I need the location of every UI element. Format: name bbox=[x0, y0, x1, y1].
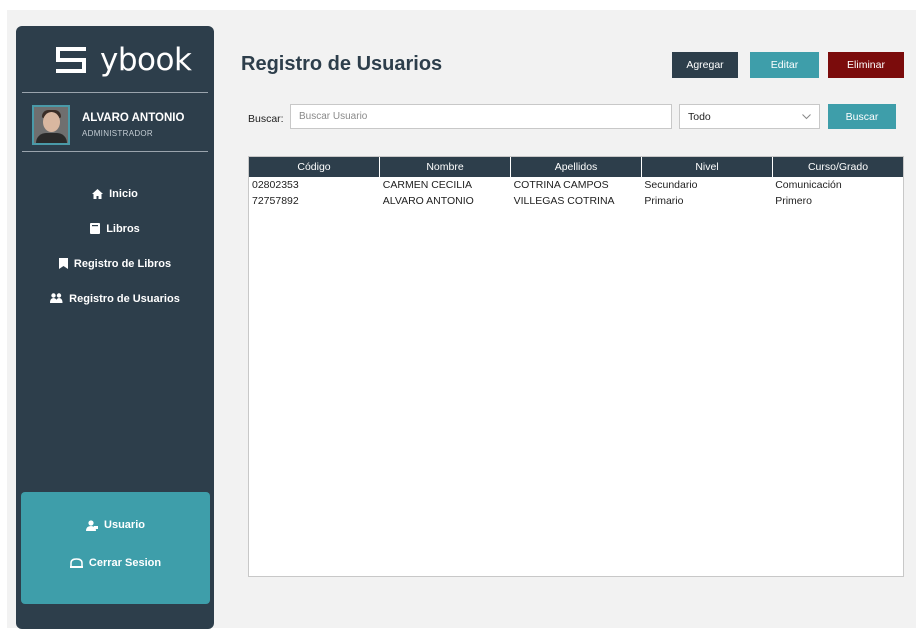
column-header[interactable]: Curso/Grado bbox=[773, 157, 903, 177]
filter-value: Todo bbox=[688, 110, 711, 123]
search-placeholder: Buscar Usuario bbox=[299, 111, 368, 122]
edit-button[interactable]: Editar bbox=[750, 52, 819, 78]
sidebar-item-registro-usuarios[interactable]: Registro de Usuarios bbox=[16, 281, 214, 316]
home-icon bbox=[92, 188, 104, 199]
logo-icon bbox=[56, 47, 86, 73]
column-header[interactable]: Nombre bbox=[380, 157, 511, 177]
column-header[interactable]: Nivel bbox=[642, 157, 773, 177]
delete-button[interactable]: Eliminar bbox=[828, 52, 904, 78]
table-cell: Primario bbox=[644, 195, 684, 207]
avatar bbox=[32, 105, 70, 145]
table-row[interactable]: 72757892 ALVARO ANTONIO VILLEGAS COTRINA… bbox=[249, 193, 903, 209]
sidebar-nav: Inicio Libros Registro de Libros Registr… bbox=[16, 176, 214, 316]
sidebar-item-libros[interactable]: Libros bbox=[16, 211, 214, 246]
divider bbox=[22, 92, 208, 93]
table-cell: Secundario bbox=[644, 179, 698, 191]
sidebar-item-label: Registro de Usuarios bbox=[69, 292, 180, 305]
add-button[interactable]: Agregar bbox=[672, 52, 738, 78]
bookmark-icon bbox=[58, 258, 68, 269]
table-cell: 72757892 bbox=[252, 195, 299, 207]
divider bbox=[22, 151, 208, 152]
sidebar-item-registro-libros[interactable]: Registro de Libros bbox=[16, 246, 214, 281]
table-cell: COTRINA CAMPOS bbox=[513, 179, 609, 191]
sidebar-item-label: Usuario bbox=[104, 519, 145, 531]
user-name: ALVARO ANTONIO bbox=[82, 112, 185, 124]
search-button[interactable]: Buscar bbox=[828, 104, 896, 129]
chevron-down-icon bbox=[802, 113, 811, 119]
sidebar-item-label: Inicio bbox=[109, 187, 138, 200]
table-cell: ALVARO ANTONIO bbox=[382, 195, 474, 207]
sidebar-item-usuario[interactable]: Usuario bbox=[21, 506, 210, 544]
table-cell: Comunicación bbox=[775, 179, 842, 191]
table-header: Código Nombre Apellidos Nivel Curso/Grad… bbox=[249, 157, 903, 177]
user-panel: Usuario Cerrar Sesion bbox=[21, 492, 210, 604]
table-cell: Primero bbox=[775, 195, 812, 207]
search-label: Buscar: bbox=[248, 113, 284, 125]
sidebar-item-label: Cerrar Sesion bbox=[88, 557, 162, 569]
user-role: ADMINISTRADOR bbox=[82, 129, 154, 138]
column-header[interactable]: Código bbox=[249, 157, 380, 177]
user-profile: ALVARO ANTONIO ADMINISTRADOR bbox=[32, 101, 202, 149]
logout-button[interactable]: Cerrar Sesion bbox=[21, 544, 210, 582]
page-title: Registro de Usuarios bbox=[241, 53, 443, 75]
logo: ybook bbox=[56, 42, 192, 78]
sidebar-item-label: Registro de Libros bbox=[73, 257, 172, 270]
column-header[interactable]: Apellidos bbox=[511, 157, 642, 177]
sidebar-item-label: Libros bbox=[106, 222, 140, 235]
table-cell: 02802353 bbox=[252, 179, 299, 191]
logout-icon bbox=[69, 558, 83, 568]
filter-select[interactable]: Todo bbox=[679, 104, 820, 129]
table-cell: VILLEGAS COTRINA bbox=[513, 195, 615, 207]
users-table: Código Nombre Apellidos Nivel Curso/Grad… bbox=[248, 156, 904, 577]
book-icon bbox=[90, 223, 101, 234]
logo-text: ybook bbox=[100, 42, 192, 78]
sidebar-item-inicio[interactable]: Inicio bbox=[16, 176, 214, 211]
sidebar: ybook ALVARO ANTONIO ADMINISTRADOR Inici… bbox=[16, 26, 214, 629]
search-input[interactable]: Buscar Usuario bbox=[290, 104, 672, 129]
table-cell: CARMEN CECILIA bbox=[382, 179, 473, 191]
table-row[interactable]: 02802353 CARMEN CECILIA COTRINA CAMPOS S… bbox=[249, 177, 903, 193]
users-icon bbox=[50, 293, 63, 303]
user-icon bbox=[86, 519, 99, 531]
